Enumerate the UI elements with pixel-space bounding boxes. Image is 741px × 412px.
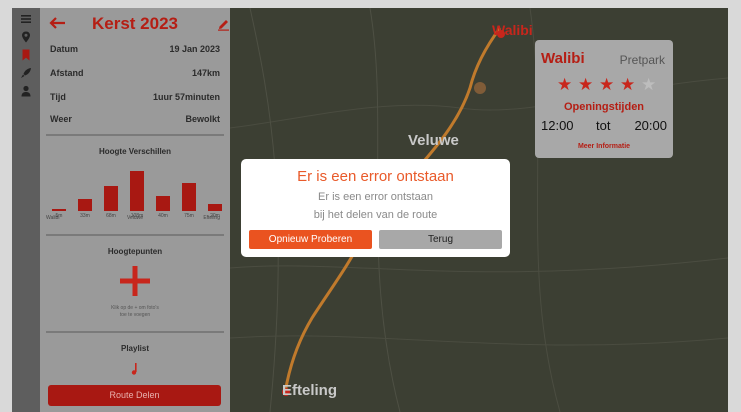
- nav-rail: [12, 8, 40, 412]
- app-window: Kerst 2023 Datum 19 Jan 2023 Afstand 147…: [12, 8, 728, 412]
- detail-label: Weer: [50, 114, 72, 124]
- elevation-bar: [78, 199, 92, 211]
- close-time: 20:00: [634, 118, 667, 133]
- detail-value: 1uur 57minuten: [152, 92, 220, 102]
- music-note-icon[interactable]: [129, 362, 141, 376]
- poi-type: Pretpark: [619, 53, 665, 67]
- elevation-end-label: Efteling: [203, 215, 220, 221]
- divider: [46, 331, 224, 333]
- opening-hours-title: Openingstijden: [563, 101, 645, 113]
- elevation-mid-label: Veluwe: [126, 215, 144, 221]
- elevation-bar-label: 40m: [158, 213, 168, 219]
- detail-label: Datum: [50, 44, 79, 54]
- highlights-title: Hoogtepunten: [107, 247, 163, 256]
- elevation-title: Hoogte Verschillen: [98, 147, 172, 156]
- add-photo-plus-icon[interactable]: [118, 264, 152, 298]
- elevation-bar: [182, 183, 196, 211]
- dialog-message-line1: Er is een error ontstaan: [318, 191, 433, 203]
- menu-icon[interactable]: [19, 12, 33, 26]
- back-arrow-icon[interactable]: [48, 16, 66, 30]
- map-label-efteling: Efteling: [282, 382, 337, 399]
- trip-sidebar: Kerst 2023 Datum 19 Jan 2023 Afstand 147…: [40, 8, 230, 412]
- map-label-walibi: Walibi: [492, 22, 533, 38]
- playlist-title: Playlist: [120, 344, 149, 353]
- elevation-start-label: Walibi: [46, 215, 60, 221]
- edit-icon[interactable]: [217, 18, 230, 31]
- error-dialog: Er is een error ontstaan Er is een error…: [241, 159, 510, 257]
- more-info-link[interactable]: Meer Informatie: [535, 143, 673, 150]
- location-pin-icon[interactable]: [19, 30, 33, 44]
- elevation-bar: [104, 186, 118, 211]
- elevation-bar-label: 68m: [106, 213, 116, 219]
- time-separator: tot: [596, 118, 611, 133]
- elevation-bar: [156, 196, 170, 211]
- highlights-hint-1: Klik op de + om foto's: [111, 305, 159, 311]
- bookmark-icon[interactable]: [19, 48, 33, 62]
- detail-value: Bewolkt: [185, 114, 220, 124]
- divider: [46, 134, 224, 136]
- share-route-button[interactable]: Route Delen: [48, 385, 221, 406]
- user-icon[interactable]: [19, 84, 33, 98]
- star-filled-icon: ★: [557, 75, 573, 94]
- star-filled-icon: ★: [599, 75, 615, 94]
- rating-stars: ★ ★ ★ ★ ★: [557, 76, 667, 94]
- divider: [46, 234, 224, 236]
- highlights-hint-2: toe te voegen: [119, 312, 151, 318]
- elevation-bar: [52, 209, 66, 211]
- elevation-bar: [130, 171, 144, 211]
- map-label-veluwe: Veluwe: [408, 132, 459, 149]
- detail-value: 19 Jan 2023: [169, 44, 220, 54]
- rocket-icon[interactable]: [19, 66, 33, 80]
- star-filled-icon: ★: [620, 75, 636, 94]
- trip-title: Kerst 2023: [92, 14, 179, 33]
- dialog-message-line2: bij het delen van de route: [313, 209, 438, 221]
- dialog-title: Er is een error ontstaan: [297, 168, 454, 185]
- back-button[interactable]: Terug: [379, 230, 502, 249]
- retry-button[interactable]: Opnieuw Proberen: [249, 230, 372, 249]
- poi-card[interactable]: Walibi Pretpark ★ ★ ★ ★ ★ Openingstijden 12:…: [535, 40, 673, 158]
- detail-label: Afstand: [50, 68, 84, 78]
- elevation-bar-label: 33m: [80, 213, 90, 219]
- poi-name: Walibi: [541, 50, 585, 67]
- detail-label: Tijd: [50, 92, 66, 102]
- open-time: 12:00: [541, 118, 574, 133]
- elevation-bar: [208, 204, 222, 211]
- star-filled-icon: ★: [578, 75, 594, 94]
- detail-value: 147km: [191, 68, 220, 78]
- star-empty-icon: ★: [641, 75, 657, 94]
